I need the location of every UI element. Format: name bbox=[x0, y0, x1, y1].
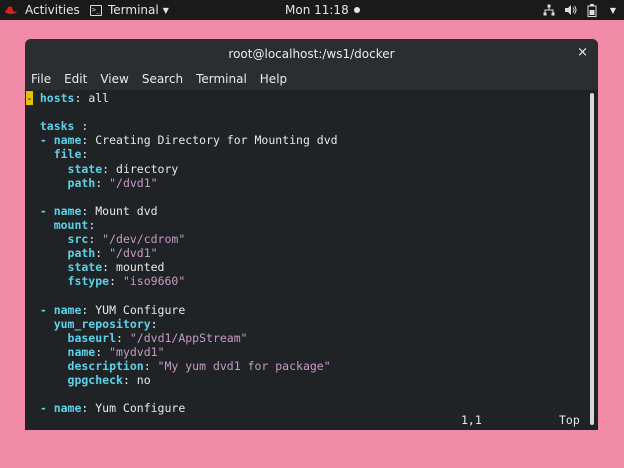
menu-file[interactable]: File bbox=[31, 72, 51, 86]
editor-line: - name: Mount dvd bbox=[26, 204, 158, 218]
yaml-text: : Creating Directory for Mounting dvd bbox=[81, 133, 338, 148]
editor-line: fstype: "iso9660" bbox=[26, 274, 186, 289]
scrollbar[interactable] bbox=[590, 93, 594, 425]
yaml-key: src bbox=[26, 232, 89, 246]
yaml-string: "/dev/cdrom" bbox=[102, 232, 186, 246]
terminal-window: root@localhost:/ws1/docker × File Edit V… bbox=[25, 39, 598, 430]
yaml-key: - name bbox=[26, 203, 82, 218]
yaml-text: : Yum Configure bbox=[81, 401, 186, 416]
volume-icon bbox=[564, 5, 577, 15]
yaml-key: fstype bbox=[26, 274, 110, 289]
window-title: root@localhost:/ws1/docker bbox=[228, 46, 395, 61]
clock[interactable]: Mon 11:18 bbox=[285, 0, 360, 20]
yaml-key: - name bbox=[26, 133, 82, 148]
editor-line: - name: YUM Configure bbox=[26, 303, 185, 317]
terminal-content[interactable]: 1,1 Top - hosts: all tasks : - name: Cre… bbox=[25, 90, 598, 430]
editor-line: tasks : bbox=[26, 119, 88, 133]
close-icon[interactable]: × bbox=[577, 46, 588, 60]
menu-terminal[interactable]: Terminal bbox=[196, 72, 247, 86]
editor-line: - hosts: all bbox=[26, 91, 109, 105]
yaml-key: state bbox=[26, 161, 103, 176]
terminal-icon: >_ bbox=[90, 4, 102, 16]
yaml-string: "My yum dvd1 for package" bbox=[157, 358, 331, 373]
yaml-string: "iso9660" bbox=[122, 274, 186, 289]
editor-line: mount: bbox=[26, 217, 96, 232]
yaml-text: : Mount dvd bbox=[81, 203, 158, 218]
clock-label: Mon 11:18 bbox=[285, 3, 349, 17]
menu-view[interactable]: View bbox=[100, 72, 128, 86]
yaml-text: : bbox=[95, 246, 110, 261]
activities-label: Activities bbox=[25, 3, 80, 17]
activities-button[interactable]: Activities bbox=[4, 0, 80, 20]
chevron-down-icon: ▼ bbox=[609, 5, 616, 15]
yaml-text: : bbox=[150, 316, 158, 331]
yaml-text: : bbox=[95, 344, 110, 359]
yaml-string: "/dvd1" bbox=[109, 175, 158, 190]
chevron-down-icon: ▼ bbox=[162, 5, 169, 15]
yaml-key: tasks bbox=[26, 119, 75, 134]
editor-line: path: "/dvd1" bbox=[26, 246, 158, 260]
yaml-string: "/dvd1" bbox=[109, 246, 158, 261]
yaml-text: : bbox=[74, 119, 89, 134]
title-bar[interactable]: root@localhost:/ws1/docker × bbox=[25, 39, 598, 68]
menu-edit[interactable]: Edit bbox=[64, 72, 87, 86]
redhat-icon bbox=[5, 6, 17, 14]
editor-line: src: "/dev/cdrom" bbox=[26, 232, 186, 246]
yaml-key: description bbox=[26, 358, 144, 373]
battery-icon bbox=[587, 3, 597, 17]
top-bar: Activities >_ Terminal ▼ Mon 11:18 ▼ bbox=[0, 0, 624, 20]
network-icon bbox=[543, 4, 555, 16]
yaml-key: gpgcheck bbox=[26, 373, 123, 387]
yaml-key: file bbox=[26, 147, 82, 162]
yaml-text: : no bbox=[122, 373, 151, 387]
yaml-string: "/dvd1/AppStream" bbox=[129, 330, 248, 345]
editor-line: path: "/dvd1" bbox=[26, 176, 158, 190]
yaml-key: - name bbox=[26, 401, 82, 416]
yaml-key: yum_repository bbox=[26, 316, 151, 331]
scroll-position: Top bbox=[559, 413, 580, 427]
yaml-text: : bbox=[81, 147, 89, 162]
yaml-text: : all bbox=[74, 91, 110, 105]
yaml-key: - name bbox=[26, 302, 82, 317]
yaml-text: : bbox=[109, 274, 123, 289]
yaml-key: name bbox=[26, 344, 96, 359]
yaml-text: : bbox=[88, 217, 96, 232]
yaml-key: state bbox=[26, 260, 103, 275]
editor-line: state: directory bbox=[26, 161, 179, 176]
editor-line: - name: Yum Configure bbox=[26, 401, 185, 415]
yaml-key: hosts bbox=[32, 91, 75, 105]
yaml-text: : bbox=[95, 175, 110, 190]
cursor: - bbox=[26, 91, 33, 105]
editor-line: gpgcheck: no bbox=[26, 373, 151, 387]
editor-line: baseurl: "/dvd1/AppStream" bbox=[26, 331, 248, 345]
yaml-text: : mounted bbox=[102, 260, 165, 275]
yaml-key: path bbox=[26, 175, 96, 190]
menu-search[interactable]: Search bbox=[142, 72, 183, 86]
yaml-key: mount bbox=[26, 217, 89, 232]
cursor-position: 1,1 bbox=[461, 413, 482, 427]
editor-line: file: bbox=[26, 147, 89, 162]
yaml-text: : bbox=[116, 330, 130, 345]
app-name: Terminal bbox=[108, 3, 159, 17]
editor-line: - name: Creating Directory for Mounting … bbox=[26, 133, 338, 147]
menu-bar: File Edit View Search Terminal Help bbox=[25, 68, 598, 90]
menu-help[interactable]: Help bbox=[260, 72, 287, 86]
yaml-string: "mydvd1" bbox=[109, 344, 165, 359]
editor-line: yum_repository: bbox=[26, 317, 158, 331]
editor-line: description: "My yum dvd1 for package" bbox=[26, 359, 331, 373]
yaml-text: : bbox=[143, 358, 158, 373]
editor-line: state: mounted bbox=[26, 260, 165, 275]
editor-line: name: "mydvd1" bbox=[26, 345, 165, 359]
yaml-text: : YUM Configure bbox=[81, 302, 186, 317]
notification-dot-icon bbox=[353, 7, 360, 13]
yaml-text: : directory bbox=[102, 161, 179, 176]
yaml-key: baseurl bbox=[26, 330, 117, 345]
system-menu[interactable]: ▼ bbox=[543, 0, 616, 20]
app-menu[interactable]: >_ Terminal ▼ bbox=[90, 0, 169, 20]
yaml-text: : bbox=[88, 232, 103, 246]
yaml-key: path bbox=[26, 246, 96, 261]
